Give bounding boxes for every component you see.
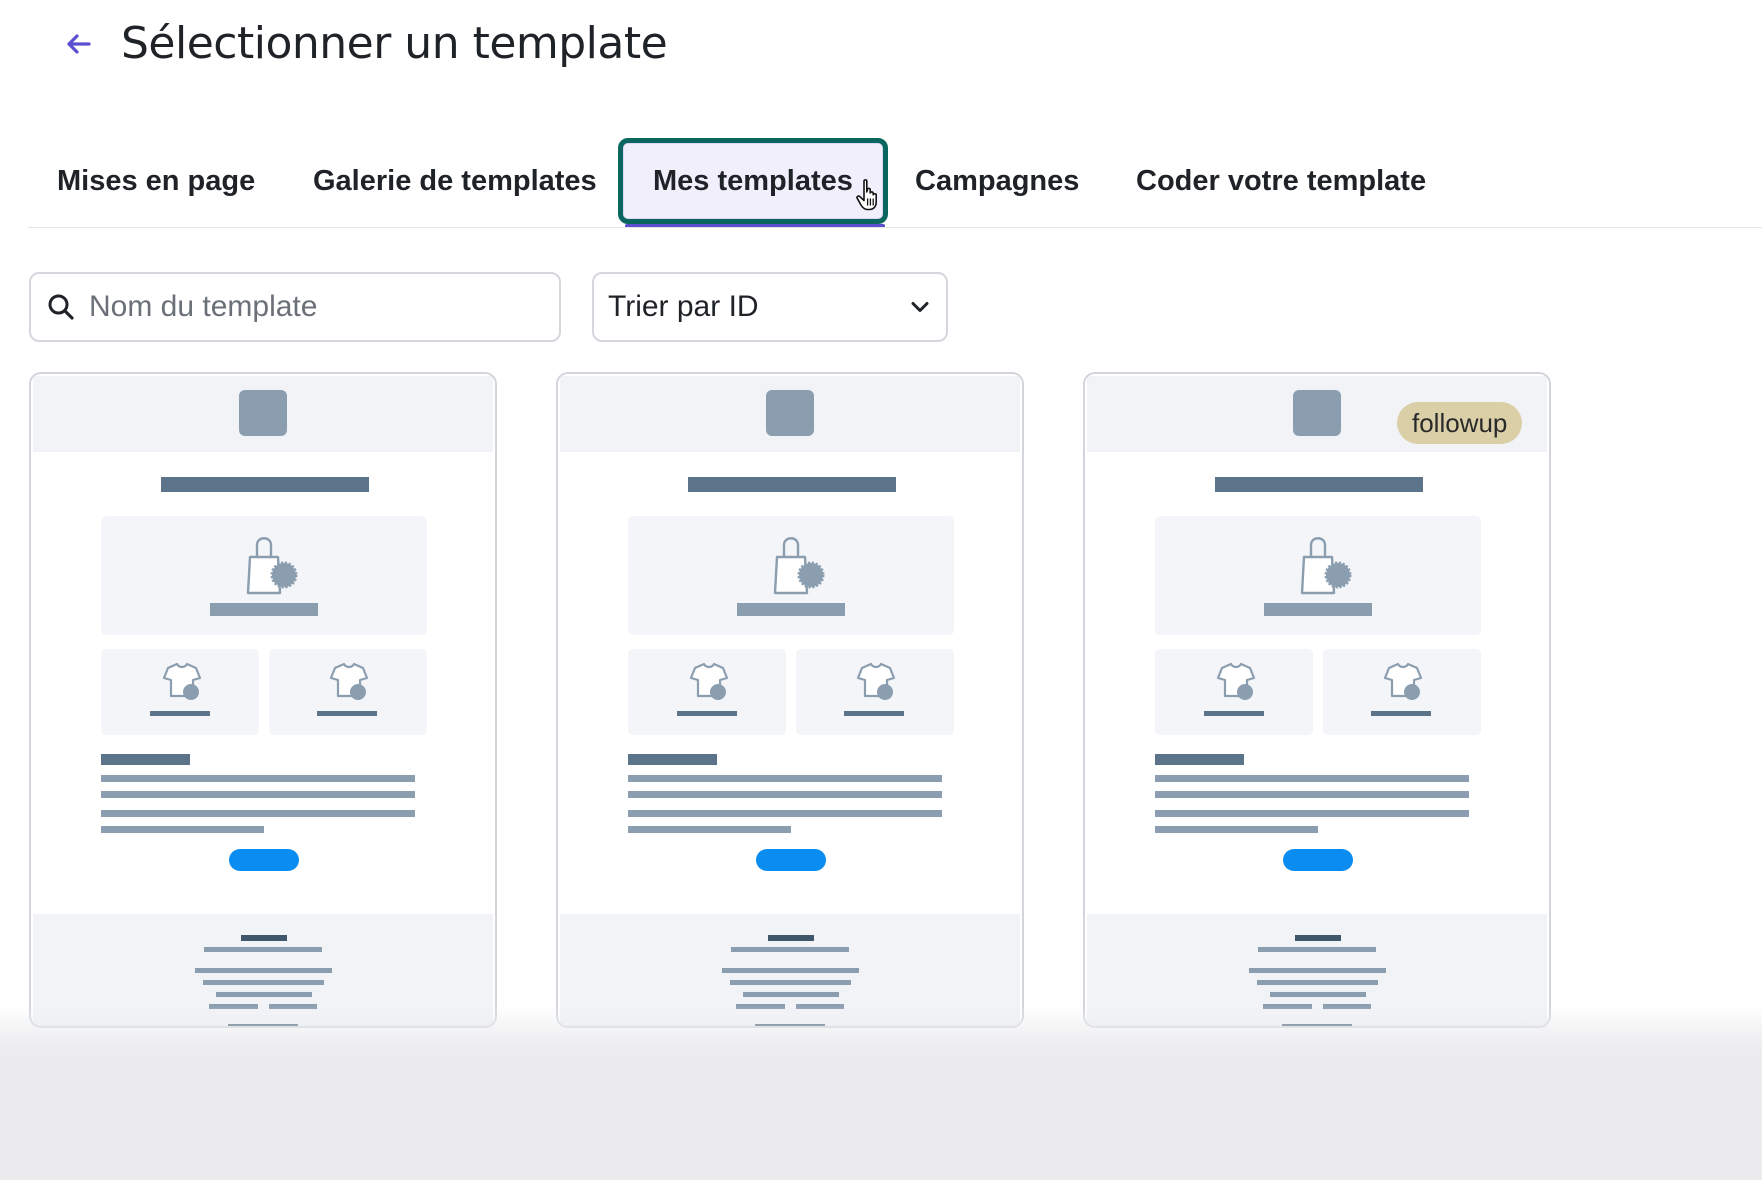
template-preview-illustration	[33, 376, 493, 1026]
tab-coder-votre-template[interactable]: Coder votre template	[1136, 136, 1426, 226]
template-preview-illustration	[560, 376, 1020, 1026]
tab-campagnes[interactable]: Campagnes	[915, 136, 1079, 226]
tab-mises-en-page[interactable]: Mises en page	[57, 136, 255, 226]
sort-selected-value: Trier par ID	[608, 290, 759, 323]
template-tabs: Mises en page Galerie de templates Mes t…	[28, 136, 1762, 230]
search-icon	[48, 294, 74, 320]
template-preview-illustration	[1087, 376, 1547, 1026]
page-title: Sélectionner un template	[121, 18, 668, 69]
tab-galerie-de-templates[interactable]: Galerie de templates	[313, 136, 597, 226]
chevron-down-icon	[911, 302, 929, 312]
bottom-fade-overlay	[0, 1005, 1762, 1180]
sort-select[interactable]: Trier par ID	[592, 272, 948, 342]
arrow-left-icon	[67, 34, 91, 54]
template-card[interactable]	[29, 372, 497, 1028]
tab-mes-templates[interactable]: Mes templates	[618, 138, 888, 224]
page-header: Sélectionner un template	[0, 0, 1762, 110]
search-field	[29, 272, 561, 342]
template-tag-badge: followup	[1397, 402, 1523, 444]
back-button[interactable]	[58, 24, 98, 64]
search-input[interactable]	[89, 290, 529, 324]
tabs-divider	[28, 227, 1762, 228]
template-card[interactable]: followup	[1083, 372, 1551, 1028]
template-card[interactable]	[556, 372, 1024, 1028]
